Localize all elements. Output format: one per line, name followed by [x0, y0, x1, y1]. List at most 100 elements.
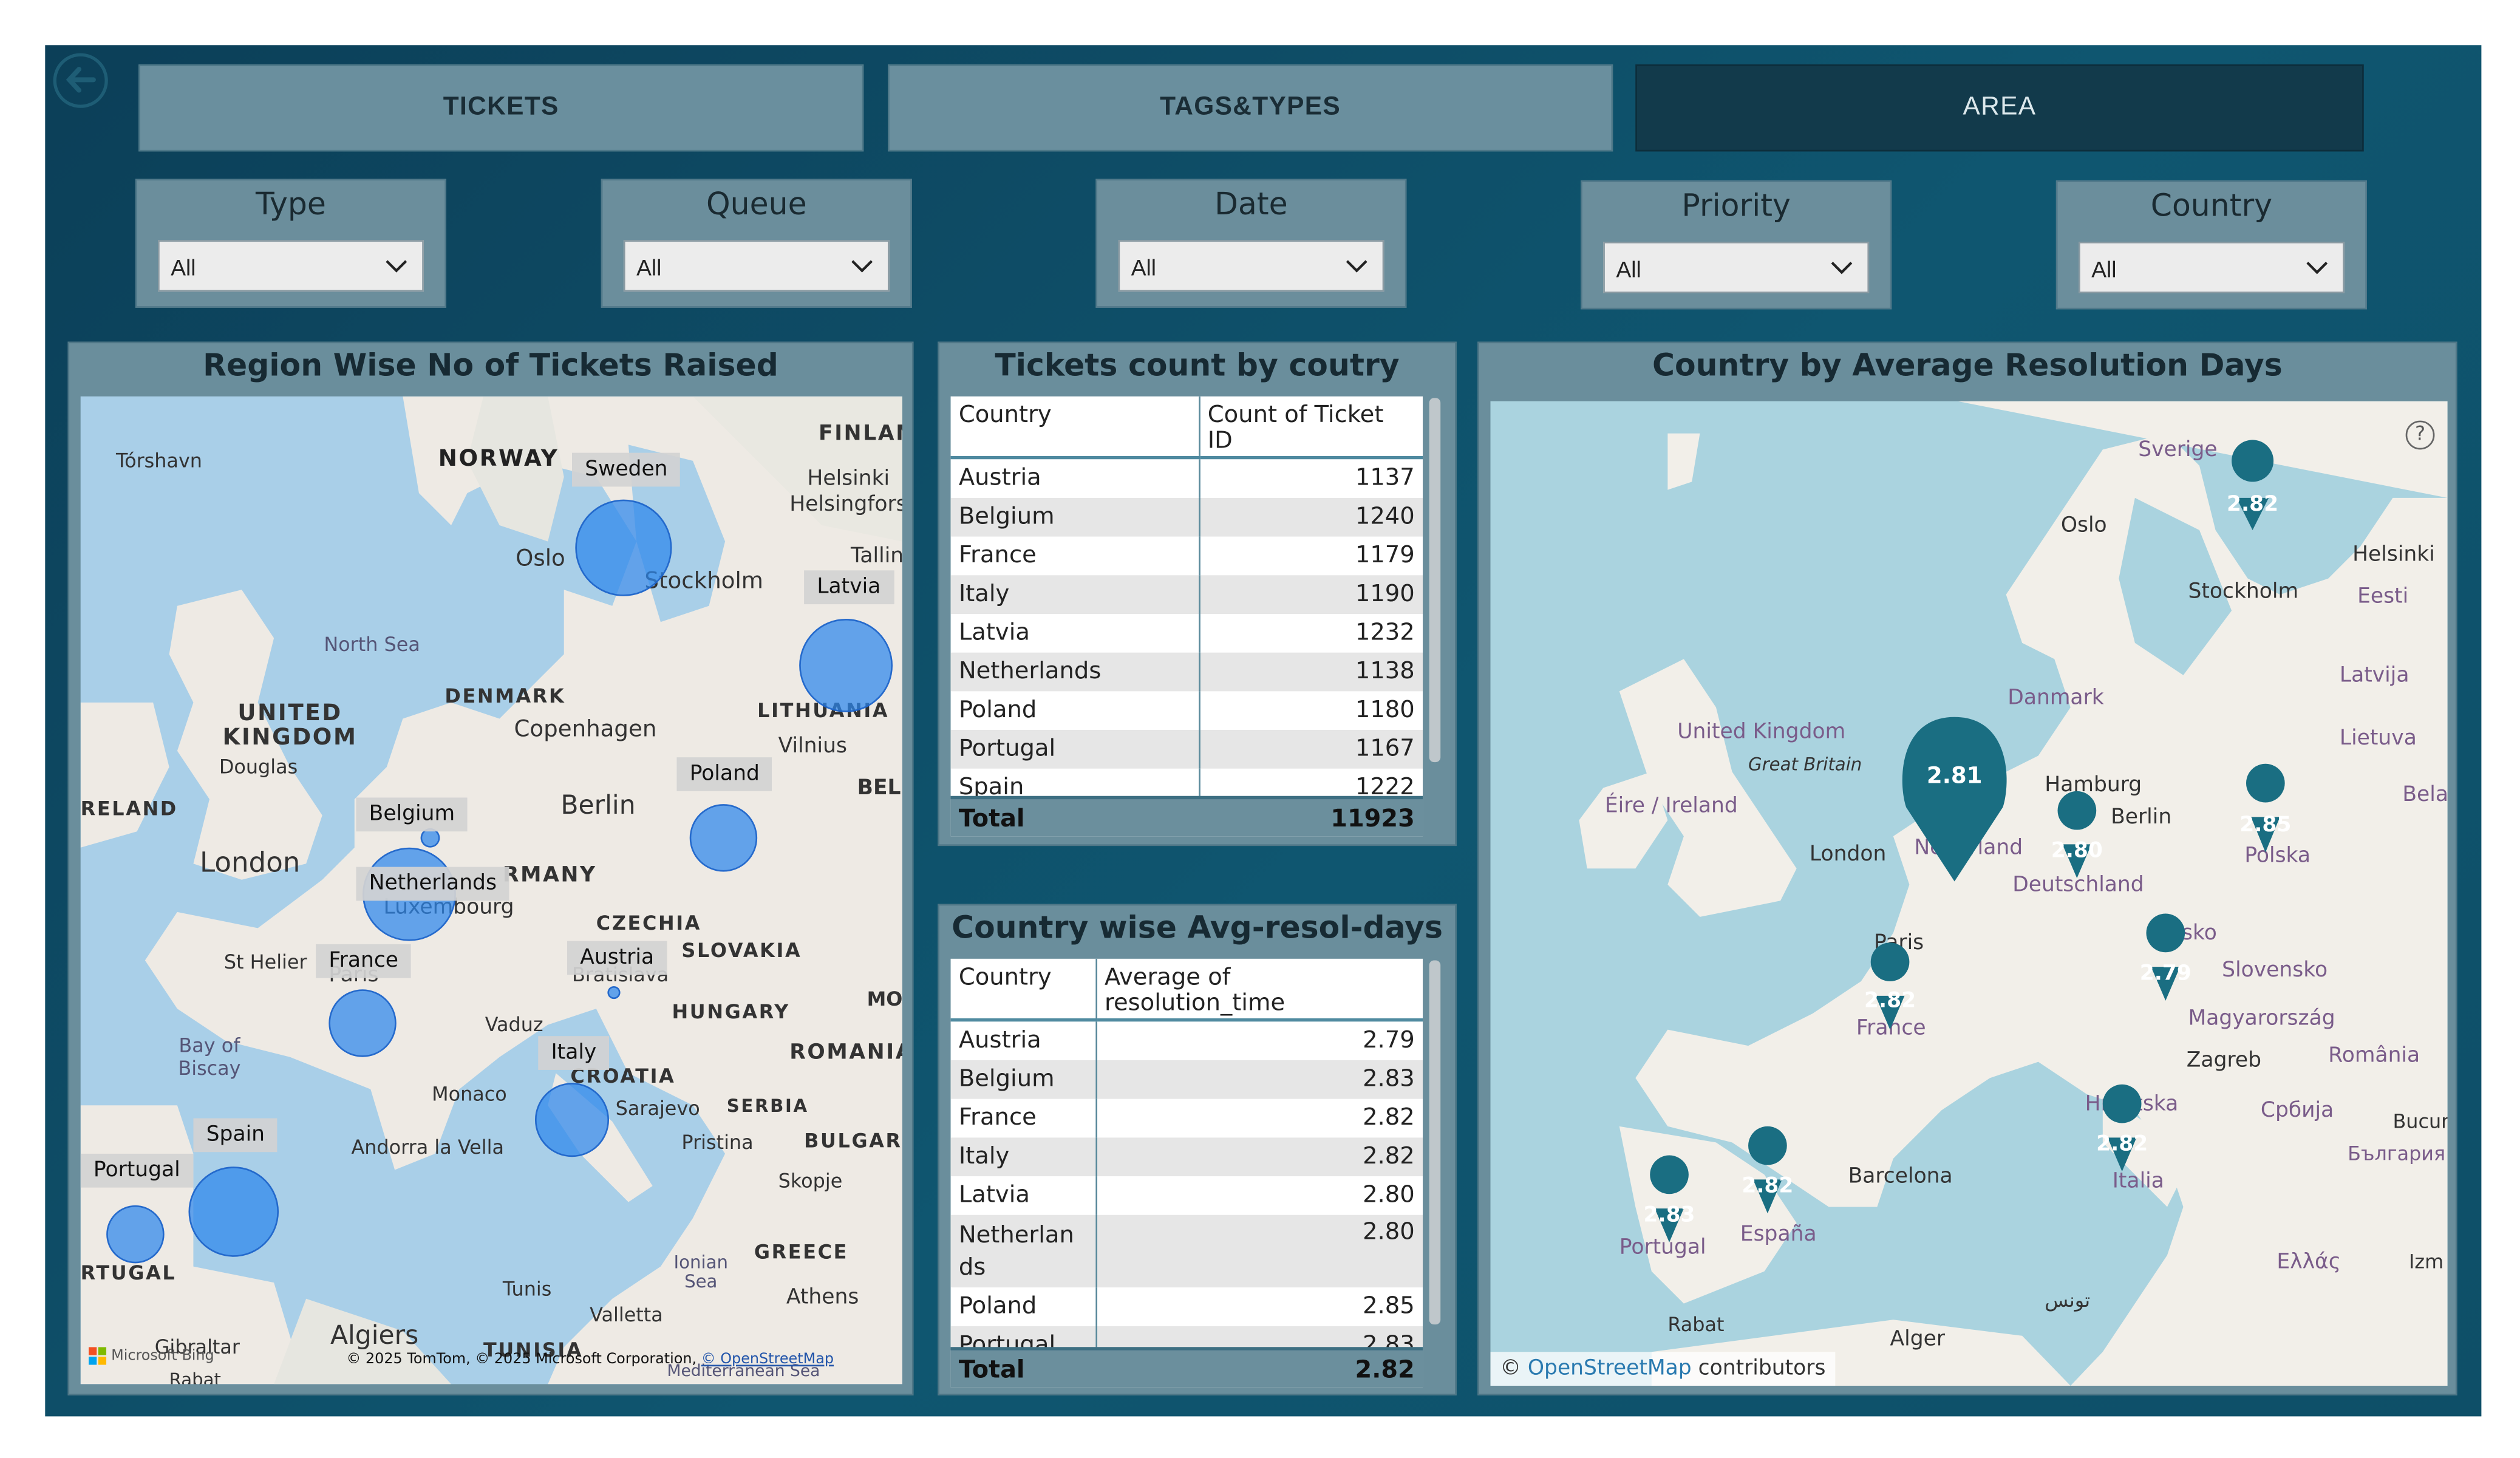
- tickets-count-table[interactable]: Country Count of Ticket ID Austria 1137 B…: [950, 396, 1423, 837]
- openstreetmap-link[interactable]: © OpenStreetMap: [701, 1352, 834, 1368]
- avg-resolution-map-panel: Country by Average Resolution Days ? Sve…: [1477, 341, 2457, 1395]
- slicer-title: Type: [256, 186, 326, 223]
- count-cell: 1180: [1355, 697, 1415, 724]
- table-row: Belgium 2.83: [950, 1060, 1423, 1099]
- tickets-count-title: Tickets count by coutry: [995, 348, 1400, 384]
- value-cell: 2.80: [1095, 1214, 1423, 1288]
- region-map[interactable]: Tórshavn NORWAY FINLAN Helsinki Helsingf…: [80, 396, 902, 1385]
- map-label: HUNGARY: [672, 1000, 790, 1023]
- slicer-title: Country: [2150, 188, 2273, 224]
- map-label: RELAND: [80, 797, 178, 820]
- bubble-poland[interactable]: [689, 804, 758, 872]
- chevron-down-icon: [1346, 260, 1367, 273]
- pin-value: 2.82: [1864, 988, 1916, 1012]
- map-label: FINLAN: [818, 422, 902, 447]
- bubble-france[interactable]: [329, 989, 397, 1057]
- table-total-row: Total 2.82: [950, 1347, 1423, 1388]
- bubble-austria[interactable]: [607, 986, 621, 1000]
- map-label: RMANY: [502, 864, 597, 888]
- table-row: Italy 1190: [950, 575, 1423, 614]
- column-header[interactable]: Country: [950, 396, 1200, 460]
- map-label: SLOVAKIA: [681, 939, 802, 962]
- chevron-down-icon: [386, 260, 407, 273]
- table-row: Italy 2.82: [950, 1137, 1423, 1177]
- table-scrollbar[interactable]: [1429, 398, 1441, 763]
- column-header[interactable]: Count of Ticket ID: [1199, 396, 1423, 460]
- tickets-count-panel: Tickets count by coutry Country Count of…: [938, 341, 1457, 847]
- pin-value: 2.81: [1927, 763, 1983, 789]
- column-header[interactable]: Country: [950, 958, 1097, 1022]
- country-cell: Poland: [950, 1287, 1097, 1326]
- bubble-latvia[interactable]: [799, 618, 893, 712]
- country-tag: Italy: [538, 1036, 610, 1070]
- map-pin[interactable]: 2.82: [2096, 1084, 2148, 1172]
- avg-resolution-map[interactable]: ? Sverige Oslo Helsinki Stockholm Eesti …: [1490, 401, 2448, 1386]
- map-pin[interactable]: 2.83: [1643, 1155, 1695, 1242]
- slicer-country: Country All: [2055, 180, 2367, 310]
- table-row: Poland 2.85: [950, 1287, 1423, 1326]
- pin-value: 2.82: [2096, 1132, 2148, 1156]
- map-label: RTUGAL: [80, 1261, 177, 1284]
- table-scrollbar[interactable]: [1429, 960, 1441, 1325]
- map-label: Andorra la Vella: [351, 1136, 504, 1159]
- slicer-title: Date: [1214, 186, 1288, 223]
- bubble-spain[interactable]: [188, 1167, 279, 1257]
- map-label: Vaduz: [485, 1013, 543, 1037]
- back-arrow-icon[interactable]: [53, 53, 108, 108]
- map-pin[interactable]: 2.82: [1864, 942, 1916, 1030]
- bubble-sweden[interactable]: [575, 499, 672, 596]
- country-tag: Latvia: [804, 570, 894, 605]
- map-pin[interactable]: 2.80: [2051, 791, 2103, 879]
- map-label: Monaco: [432, 1083, 507, 1106]
- table-row: Austria 1137: [950, 457, 1423, 498]
- date-dropdown[interactable]: All: [1118, 240, 1384, 292]
- country-cell: Latvia: [950, 613, 1200, 653]
- pin-value: 2.80: [2051, 839, 2103, 863]
- map-pin[interactable]: 2.85: [2239, 763, 2291, 853]
- bubble-portugal[interactable]: [106, 1205, 165, 1264]
- country-dropdown[interactable]: All: [2079, 242, 2345, 293]
- bubble-italy[interactable]: [534, 1083, 610, 1157]
- country-cell: Austria: [950, 1020, 1097, 1061]
- copyright-icon: ©: [1500, 1357, 1521, 1381]
- tab-tags-types[interactable]: TAGS&TYPES: [888, 64, 1613, 152]
- microsoft-logo-icon: [88, 1347, 107, 1365]
- country-cell: Netherlands: [950, 652, 1200, 692]
- slicer-date: Date All: [1095, 179, 1407, 308]
- tab-area[interactable]: AREA: [1635, 64, 2364, 152]
- avg-resolution-map-title: Country by Average Resolution Days: [1652, 348, 2283, 384]
- arrow-left-icon: [65, 67, 95, 93]
- region-map-title: Region Wise No of Tickets Raised: [203, 348, 778, 384]
- map-label: Oslo: [516, 546, 565, 572]
- country-tag: Austria: [567, 941, 667, 975]
- table-header-row: Country Count of Ticket ID: [950, 396, 1423, 460]
- priority-dropdown[interactable]: All: [1603, 242, 1870, 293]
- table-row: Austria 2.79: [950, 1020, 1423, 1061]
- map-label: Helsinki: [807, 467, 890, 492]
- avg-resol-table[interactable]: Country Average of resolution_time Austr…: [950, 958, 1423, 1388]
- type-dropdown[interactable]: All: [158, 240, 424, 292]
- map-label: North Sea: [324, 633, 420, 656]
- count-cell: 1138: [1199, 652, 1423, 692]
- count-cell: 1167: [1199, 730, 1423, 769]
- map-label: MO: [867, 987, 902, 1010]
- queue-dropdown[interactable]: All: [623, 240, 890, 292]
- map-pin[interactable]: 2.82: [2227, 440, 2278, 531]
- country-cell: Italy: [950, 1137, 1097, 1177]
- tab-tickets[interactable]: TICKETS: [138, 64, 864, 152]
- map-label: ROMANIA: [789, 1041, 902, 1065]
- map-label: St Helier: [223, 950, 307, 973]
- column-header[interactable]: Average of resolution_time: [1095, 958, 1423, 1022]
- country-tag: Sweden: [571, 452, 681, 487]
- openstreetmap-link[interactable]: OpenStreetMap: [1528, 1357, 1692, 1381]
- map-pin[interactable]: 2.81: [1902, 717, 2007, 882]
- map-label: UNITED KINGDOM: [222, 701, 358, 751]
- map-pin[interactable]: 2.79: [2140, 913, 2191, 1001]
- map-pin[interactable]: 2.82: [1742, 1126, 1793, 1214]
- country-cell: Belgium: [950, 1060, 1097, 1099]
- dropdown-value: All: [171, 254, 196, 281]
- attribution-text: © 2025 TomTom, © 2025 Microsoft Corporat…: [346, 1352, 697, 1368]
- country-cell: Italy: [950, 575, 1200, 614]
- country-tag: Netherlands: [356, 867, 510, 901]
- total-label: Total: [958, 1354, 1025, 1384]
